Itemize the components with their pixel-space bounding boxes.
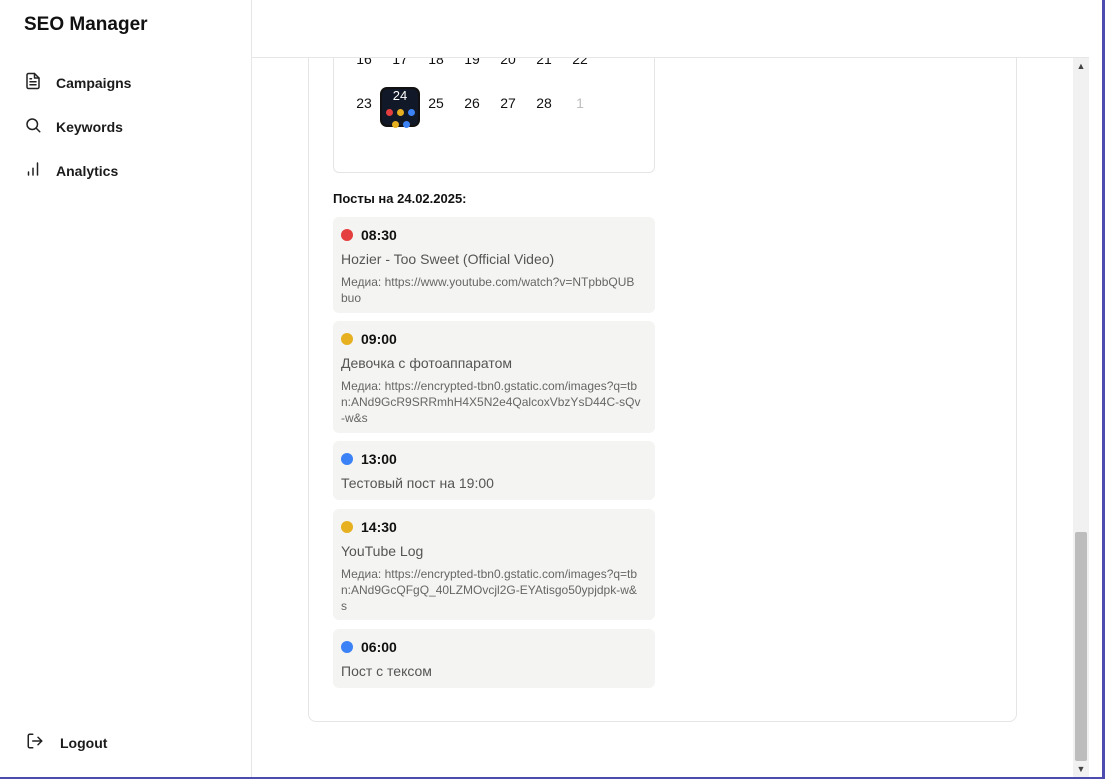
post-dot xyxy=(392,121,399,128)
post-title: Пост с тексом xyxy=(341,663,432,679)
calendar-day-selected[interactable]: 24 xyxy=(380,87,420,128)
post-card[interactable]: 06:00 Пост с тексом xyxy=(333,629,655,688)
post-time: 06:00 xyxy=(361,639,397,655)
calendar-day[interactable]: 18 xyxy=(418,58,454,75)
sidebar-item-analytics[interactable]: Analytics xyxy=(24,160,118,181)
post-title: YouTube Log xyxy=(341,543,424,559)
post-time: 08:30 xyxy=(361,227,397,243)
post-media: Медиа: https://encrypted-tbn0.gstatic.co… xyxy=(341,567,638,613)
sidebar-item-keywords[interactable]: Keywords xyxy=(24,116,123,137)
sidebar-item-label: Analytics xyxy=(56,162,119,179)
post-media: Медиа: https://encrypted-tbn0.gstatic.co… xyxy=(341,379,641,425)
scroll-down-arrow-icon[interactable]: ▼ xyxy=(1073,761,1089,777)
post-time: 13:00 xyxy=(361,451,397,467)
post-dot xyxy=(408,109,415,116)
post-header: 14:30 xyxy=(341,519,397,535)
status-dot xyxy=(341,333,353,345)
post-indicator-dots xyxy=(392,121,410,128)
post-time: 14:30 xyxy=(361,519,397,535)
status-dot xyxy=(341,641,353,653)
calendar-day[interactable]: 16 xyxy=(346,58,382,75)
post-title: Тестовый пост на 19:00 xyxy=(341,475,494,491)
top-header xyxy=(252,0,1089,58)
post-card[interactable]: 14:30 YouTube Log Медиа: https://encrypt… xyxy=(333,509,655,620)
calendar-day[interactable]: 27 xyxy=(490,87,526,119)
scroll-up-arrow-icon[interactable]: ▲ xyxy=(1073,58,1089,74)
post-card[interactable]: 09:00 Девочка с фотоаппаратом Медиа: htt… xyxy=(333,321,655,433)
logout-icon xyxy=(26,732,44,753)
app-title: SEO Manager xyxy=(24,14,148,35)
calendar-day[interactable]: 22 xyxy=(562,58,598,75)
selected-day-number: 24 xyxy=(392,88,408,103)
calendar-week-row: 16 17 18 19 20 21 22 xyxy=(346,58,598,75)
calendar-day-next-month[interactable]: 1 xyxy=(562,87,598,119)
sidebar: SEO Manager Campaigns Keywords Analytics… xyxy=(0,0,252,777)
post-dot xyxy=(386,109,393,116)
calendar-day[interactable]: 23 xyxy=(346,87,382,119)
calendar-week-row: 23 24 25 26 27 28 1 xyxy=(346,87,598,128)
post-header: 09:00 xyxy=(341,331,397,347)
calendar: 9 10 11 12 13 14 15 16 17 18 19 20 21 22… xyxy=(333,58,655,173)
posts-heading: Посты на 24.02.2025: xyxy=(333,191,467,206)
main-content: 9 10 11 12 13 14 15 16 17 18 19 20 21 22… xyxy=(252,58,1072,777)
status-dot xyxy=(341,453,353,465)
status-dot xyxy=(341,229,353,241)
post-indicator-dots xyxy=(386,109,415,116)
post-dot xyxy=(397,109,404,116)
logout-label: Logout xyxy=(60,734,108,751)
status-dot xyxy=(341,521,353,533)
logout-button[interactable]: Logout xyxy=(26,732,107,753)
post-media: Медиа: https://www.youtube.com/watch?v=N… xyxy=(341,275,635,305)
vertical-scrollbar[interactable]: ▲ ▼ xyxy=(1073,58,1089,777)
scroll-thumb[interactable] xyxy=(1075,532,1087,761)
post-header: 13:00 xyxy=(341,451,397,467)
post-title: Hozier - Too Sweet (Official Video) xyxy=(341,251,555,267)
post-card[interactable]: 08:30 Hozier - Too Sweet (Official Video… xyxy=(333,217,655,313)
document-icon xyxy=(24,72,42,93)
sidebar-item-label: Keywords xyxy=(56,118,123,135)
post-header: 08:30 xyxy=(341,227,397,243)
calendar-day[interactable]: 28 xyxy=(526,87,562,119)
calendar-day[interactable]: 25 xyxy=(418,87,454,119)
post-header: 06:00 xyxy=(341,639,397,655)
sidebar-item-campaigns[interactable]: Campaigns xyxy=(24,72,131,93)
post-card[interactable]: 13:00 Тестовый пост на 19:00 xyxy=(333,441,655,500)
calendar-day[interactable]: 26 xyxy=(454,87,490,119)
bar-chart-icon xyxy=(24,160,42,181)
post-dot xyxy=(403,121,410,128)
calendar-day[interactable]: 20 xyxy=(490,58,526,75)
post-title: Девочка с фотоаппаратом xyxy=(341,355,513,371)
search-icon xyxy=(24,116,42,137)
post-time: 09:00 xyxy=(361,331,397,347)
calendar-day[interactable]: 17 xyxy=(382,58,418,75)
calendar-day[interactable]: 21 xyxy=(526,58,562,75)
calendar-day[interactable]: 19 xyxy=(454,58,490,75)
sidebar-item-label: Campaigns xyxy=(56,74,132,91)
